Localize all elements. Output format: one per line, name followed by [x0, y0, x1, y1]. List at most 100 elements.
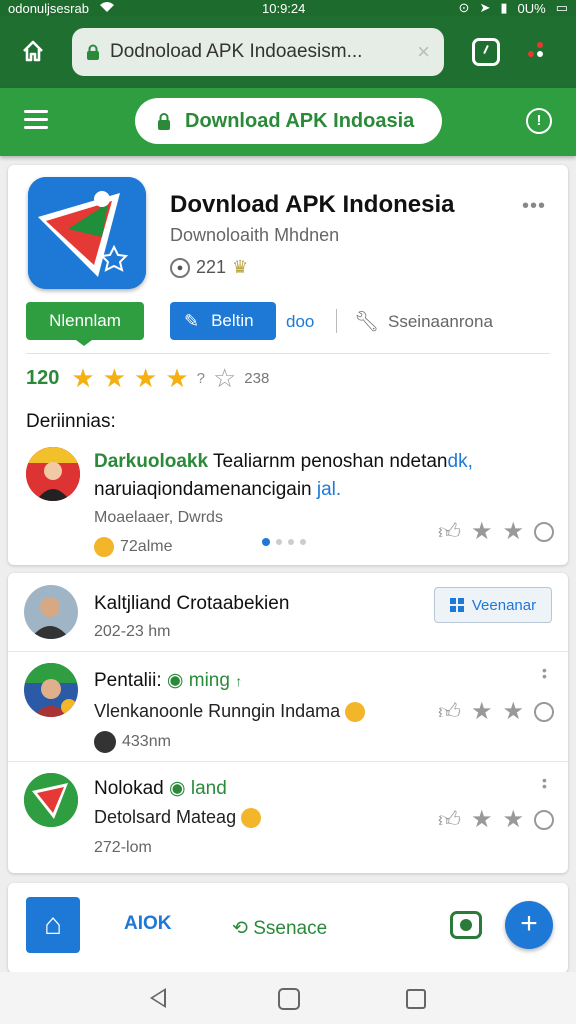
alarm-icon: ⊙: [458, 0, 470, 15]
rating-row: 120 ★ ★ ★ ★ ? ☆ 238: [26, 365, 269, 391]
review-actions: 👍︎ ★ ★: [438, 517, 555, 546]
nav-home-icon[interactable]: [278, 988, 300, 1010]
star-icon: ★: [165, 363, 189, 393]
list-item[interactable]: Pentalii: ◉ ming ↑ Vlenkanoonle Runngin …: [8, 653, 568, 761]
review-text-line1: Darkuoloakk Tealiarnm penoshan ndetandk,: [94, 451, 473, 473]
clock-icon[interactable]: [472, 38, 500, 66]
clear-url-icon[interactable]: ×: [417, 39, 430, 65]
kebab-menu-icon[interactable]: • •: [542, 663, 547, 683]
review-author[interactable]: Darkuoloakk: [94, 451, 208, 472]
status-left-text: odonuljsesrab: [8, 0, 89, 16]
apk-tab[interactable]: AIOK: [124, 913, 172, 935]
divider: [8, 651, 568, 652]
kebab-menu-icon[interactable]: • •: [542, 773, 547, 793]
section-label: Deriinnias:: [26, 411, 116, 432]
search-tab[interactable]: ⟲ Ssenace: [232, 917, 327, 940]
review-reaction-text: 72alme: [120, 538, 173, 555]
feed-meta: 433nm: [94, 731, 171, 753]
thumb-up-icon[interactable]: 👍︎: [438, 806, 461, 833]
install-button[interactable]: Nlennlam: [26, 302, 144, 346]
feed-subtitle-text: Detolsard Mateag: [94, 807, 237, 827]
hamburger-menu-icon[interactable]: [24, 110, 48, 130]
list-item[interactable]: Kaltjliand Crotaabekien 202-23 hm Veenan…: [8, 573, 568, 651]
search-tab-label: Ssenace: [253, 918, 328, 939]
avatar[interactable]: [26, 447, 80, 501]
app-subtitle: Downoloaith Mhdnen: [170, 225, 340, 245]
back-icon[interactable]: [150, 988, 166, 1008]
app-icon[interactable]: [28, 177, 146, 289]
lock-icon: [87, 44, 99, 60]
avatar[interactable]: [24, 663, 78, 717]
open-button-label: Beltin: [211, 311, 254, 330]
more-options-icon[interactable]: •••: [522, 195, 546, 218]
star-icon[interactable]: ★: [471, 697, 493, 726]
info-icon[interactable]: !: [526, 108, 552, 134]
divider: [336, 309, 337, 333]
bottom-toolbar: ⌂ AIOK ⟲ Ssenace +: [8, 883, 568, 973]
star-icon[interactable]: ★: [503, 697, 525, 726]
follow-button[interactable]: Veenanar: [434, 587, 552, 623]
star-empty-icon[interactable]: ☆: [213, 365, 236, 391]
wifi-icon: [99, 1, 115, 16]
more-link[interactable]: doo: [286, 312, 314, 332]
review-highlight: dk,: [447, 451, 473, 472]
add-fab-button[interactable]: +: [505, 901, 553, 949]
star-icon[interactable]: ★: [471, 805, 493, 834]
app-detail-card: Dovnload APK Indonesia Downoloaith Mhdne…: [8, 165, 568, 565]
feed-title-tag: ◉ land: [169, 778, 227, 799]
list-item[interactable]: Nolokad ◉ land Detolsard Mateag 272-lom …: [8, 763, 568, 871]
url-bar[interactable]: Dodnoload APK Indoaesism... ×: [72, 28, 444, 76]
camera-icon[interactable]: [450, 911, 482, 939]
emoji-icon: [345, 702, 366, 723]
star-icon[interactable]: ★: [503, 805, 525, 834]
review-text: naruiaqiondamenancigain: [94, 479, 312, 500]
feed-meta: 272-lom: [94, 839, 152, 856]
app-title: Dovnload APK Indonesia: [170, 191, 455, 218]
feed-actions: 👍︎ ★ ★: [438, 805, 555, 834]
review-text-line2: naruiaqiondamenancigain jal.: [94, 479, 341, 501]
star-icon[interactable]: ★: [503, 517, 525, 546]
lock-icon: [158, 113, 170, 130]
feed-meta: 202-23 hm: [94, 623, 171, 640]
open-button[interactable]: ✎ Beltin: [170, 302, 276, 340]
arrow-up-icon: ↑: [235, 673, 243, 689]
review-reaction: 72alme: [94, 537, 172, 557]
share-icon[interactable]: [534, 701, 555, 722]
app-meta: ● 221 ♛: [170, 257, 248, 278]
avatar[interactable]: [24, 585, 78, 639]
settings-link[interactable]: Sseinaanrona: [388, 312, 493, 332]
header-title-pill[interactable]: Download APK Indoasia: [135, 98, 442, 144]
feed-subtitle: Vlenkanoonle Runngin Indama: [94, 701, 366, 723]
pen-icon: ✎: [184, 310, 200, 331]
browser-toolbar: Dodnoload APK Indoaesism... ×: [0, 16, 576, 88]
review-text: Tealiarnm penoshan ndetan: [212, 451, 448, 472]
share-icon[interactable]: [534, 521, 555, 542]
home-icon[interactable]: [18, 38, 48, 68]
feed-card: Kaltjliand Crotaabekien 202-23 hm Veenan…: [8, 573, 568, 873]
url-text: Dodnoload APK Indoaesism...: [110, 41, 363, 62]
carousel-pager[interactable]: [262, 538, 306, 546]
thumb-up-icon[interactable]: 👍︎: [438, 518, 461, 545]
rating-value: 120: [26, 366, 60, 389]
share-icon[interactable]: [534, 809, 555, 830]
app-meta-number: 221: [196, 257, 227, 277]
star-icon: ★: [134, 363, 158, 393]
feed-meta-text: 433nm: [122, 733, 171, 750]
system-nav-bar: [0, 972, 576, 1024]
feed-tag-text: ming: [188, 670, 230, 691]
recent-apps-icon[interactable]: [406, 989, 426, 1009]
avatar[interactable]: [24, 773, 78, 827]
home-icon[interactable]: ⌂: [26, 897, 80, 953]
review-meta: Moaelaaer, Dwrds: [94, 509, 223, 526]
browser-menu-icon[interactable]: [528, 42, 552, 66]
feed-subtitle: Detolsard Mateag: [94, 807, 262, 829]
app-header: Download APK Indoasia !: [0, 88, 576, 156]
star-icon: ★: [102, 363, 126, 393]
trophy-icon: ♛: [232, 257, 249, 277]
rating-count: 238: [244, 369, 270, 387]
search-tab-icon: ⟲: [232, 918, 248, 939]
thumb-up-icon[interactable]: 👍︎: [438, 698, 461, 725]
status-time: 10:9:24: [262, 0, 306, 16]
wrench-icon[interactable]: 🔧︎: [354, 309, 379, 334]
star-icon[interactable]: ★: [471, 517, 493, 546]
